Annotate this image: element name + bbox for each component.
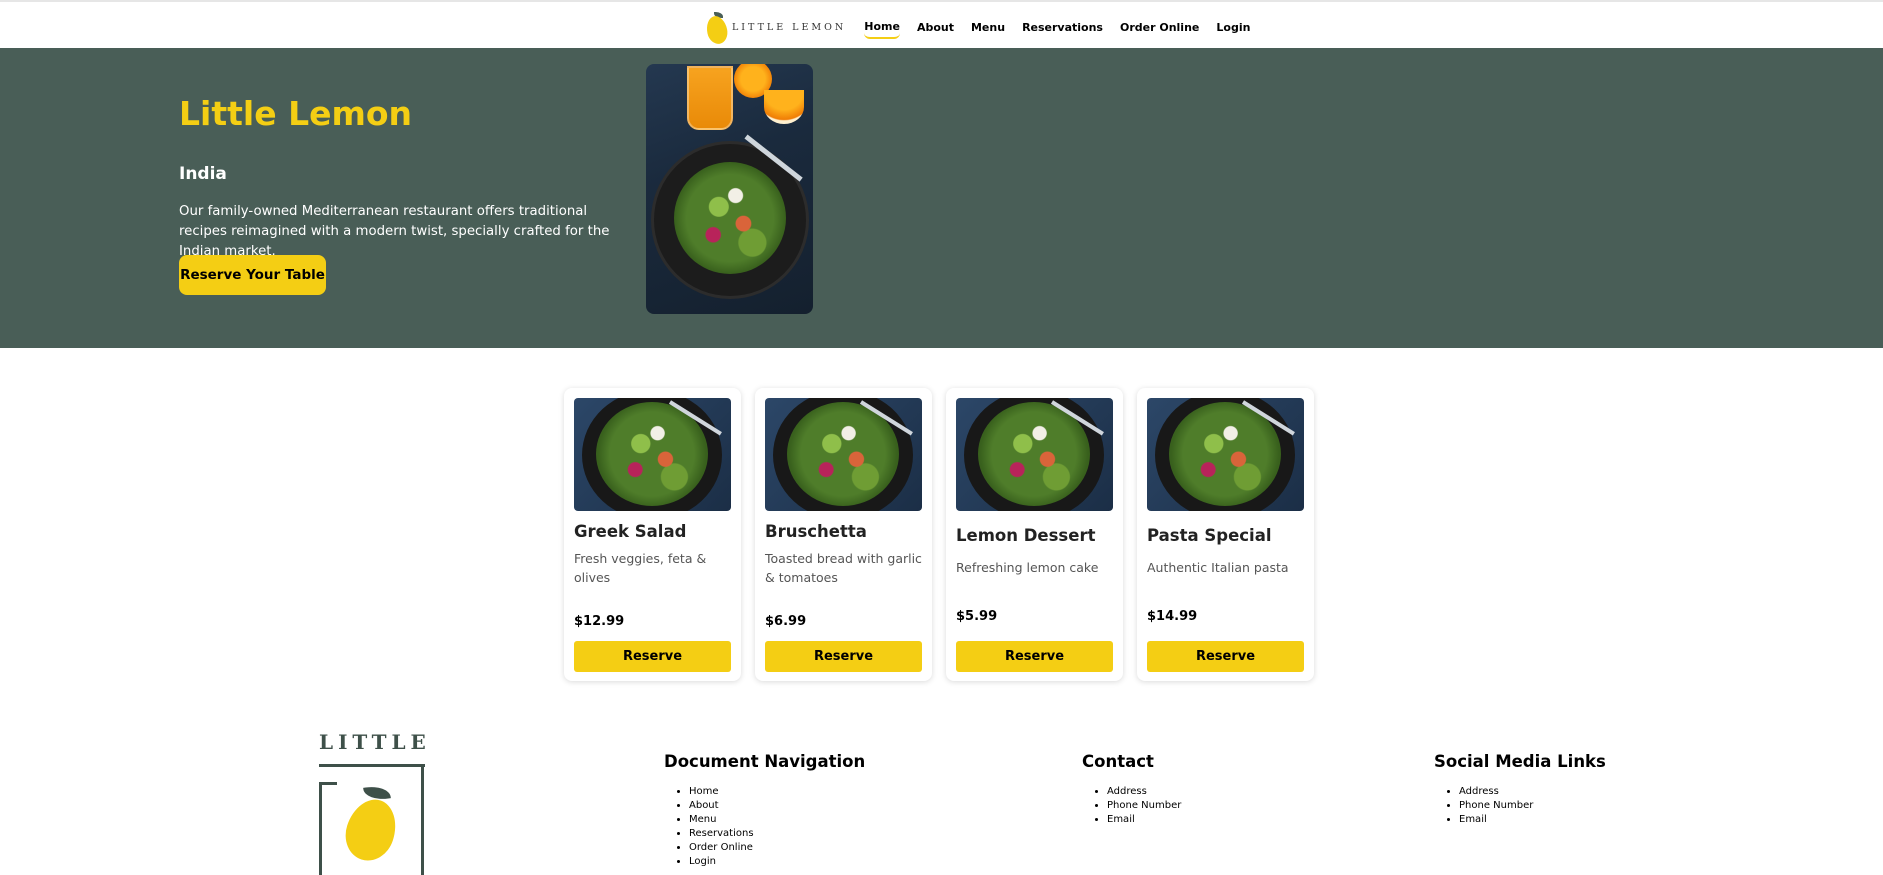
special-card-bruschetta: Bruschetta Toasted bread with garlic & t… (755, 388, 932, 681)
nav-item-menu[interactable]: Menu (971, 17, 1005, 38)
footer-link-order-online[interactable]: Order Online (689, 841, 865, 855)
reserve-button[interactable]: Reserve (574, 641, 731, 672)
hero-subtitle: India (179, 164, 227, 184)
special-card-pasta-special: Pasta Special Authentic Italian pasta $1… (1137, 388, 1314, 681)
footer-navigation-title: Document Navigation (664, 752, 866, 771)
nav-item-login[interactable]: Login (1216, 17, 1250, 38)
card-description: Toasted bread with garlic & tomatoes (765, 551, 922, 585)
nav-item-about[interactable]: About (917, 17, 954, 38)
card-image (765, 398, 922, 511)
footer-link-reservations[interactable]: Reservations (689, 827, 865, 841)
nav-item-home[interactable]: Home (864, 16, 900, 39)
footer-navigation-list: Home About Menu Reservations Order Onlin… (689, 785, 865, 869)
card-description: Refreshing lemon cake (956, 560, 1099, 575)
contact-address: Address (1107, 785, 1181, 799)
lemon-logo-icon[interactable] (704, 11, 730, 46)
salad (674, 162, 786, 274)
brand-name[interactable]: LITTLE LEMON (732, 22, 846, 33)
reserve-button[interactable]: Reserve (1147, 641, 1304, 672)
special-card-greek-salad: Greek Salad Fresh veggies, feta & olives… (564, 388, 741, 681)
footer-contact-title: Contact (1082, 752, 1154, 771)
footer-link-home[interactable]: Home (689, 785, 865, 799)
footer-social-list: Address Phone Number Email (1459, 785, 1606, 827)
contact-phone: Phone Number (1107, 799, 1181, 813)
card-image (574, 398, 731, 511)
card-title: Bruschetta (765, 522, 867, 541)
top-navigation-bar: LITTLE LEMON Home About Menu Reservation… (0, 0, 1883, 48)
social-link-phone[interactable]: Phone Number (1459, 799, 1606, 813)
card-title: Lemon Dessert (956, 526, 1096, 545)
contact-email: Email (1107, 813, 1181, 827)
footer-lemon-icon (338, 793, 404, 867)
card-price: $14.99 (1147, 609, 1198, 624)
footer-contact-list: Address Phone Number Email (1107, 785, 1181, 827)
social-link-address[interactable]: Address (1459, 785, 1606, 799)
main-nav: LITTLE LEMON Home About Menu Reservation… (704, 11, 1267, 46)
footer-navigation: Document Navigation Home About Menu Rese… (664, 752, 865, 869)
nav-item-order-online[interactable]: Order Online (1120, 17, 1199, 38)
reserve-button[interactable]: Reserve (765, 641, 922, 672)
juice-glass (687, 66, 733, 130)
hero-salad-image (646, 64, 813, 314)
footer-social: Social Media Links Address Phone Number … (1434, 752, 1606, 827)
hero-description: Our family-owned Mediterranean restauran… (179, 204, 610, 259)
logo-lemon-fruit (704, 14, 730, 46)
footer-logo-text: LITTLE (319, 730, 431, 754)
card-price: $6.99 (765, 614, 807, 629)
card-description: Authentic Italian pasta (1147, 560, 1289, 575)
card-image (956, 398, 1113, 511)
nav-item-reservations[interactable]: Reservations (1022, 17, 1103, 38)
footer-contact: Contact Address Phone Number Email (1082, 752, 1181, 827)
card-description: Fresh veggies, feta & olives (574, 551, 707, 585)
hero-section: Little Lemon India Our family-owned Medi… (0, 48, 1883, 348)
card-title: Pasta Special (1147, 526, 1272, 545)
footer-social-title: Social Media Links (1434, 752, 1606, 771)
footer-link-menu[interactable]: Menu (689, 813, 865, 827)
reserve-button[interactable]: Reserve (956, 641, 1113, 672)
card-price: $12.99 (574, 614, 625, 629)
card-price: $5.99 (956, 609, 998, 624)
social-link-email[interactable]: Email (1459, 813, 1606, 827)
footer-link-login[interactable]: Login (689, 855, 865, 869)
card-image (1147, 398, 1304, 511)
specials-section: Greek Salad Fresh veggies, feta & olives… (564, 388, 1316, 681)
card-title: Greek Salad (574, 522, 687, 541)
special-card-lemon-dessert: Lemon Dessert Refreshing lemon cake $5.9… (946, 388, 1123, 681)
reserve-table-button[interactable]: Reserve Your Table (179, 255, 326, 295)
footer-logo: LITTLE (319, 730, 427, 875)
hero-title: Little Lemon (179, 94, 413, 133)
footer-link-about[interactable]: About (689, 799, 865, 813)
orange-slice (764, 90, 804, 124)
